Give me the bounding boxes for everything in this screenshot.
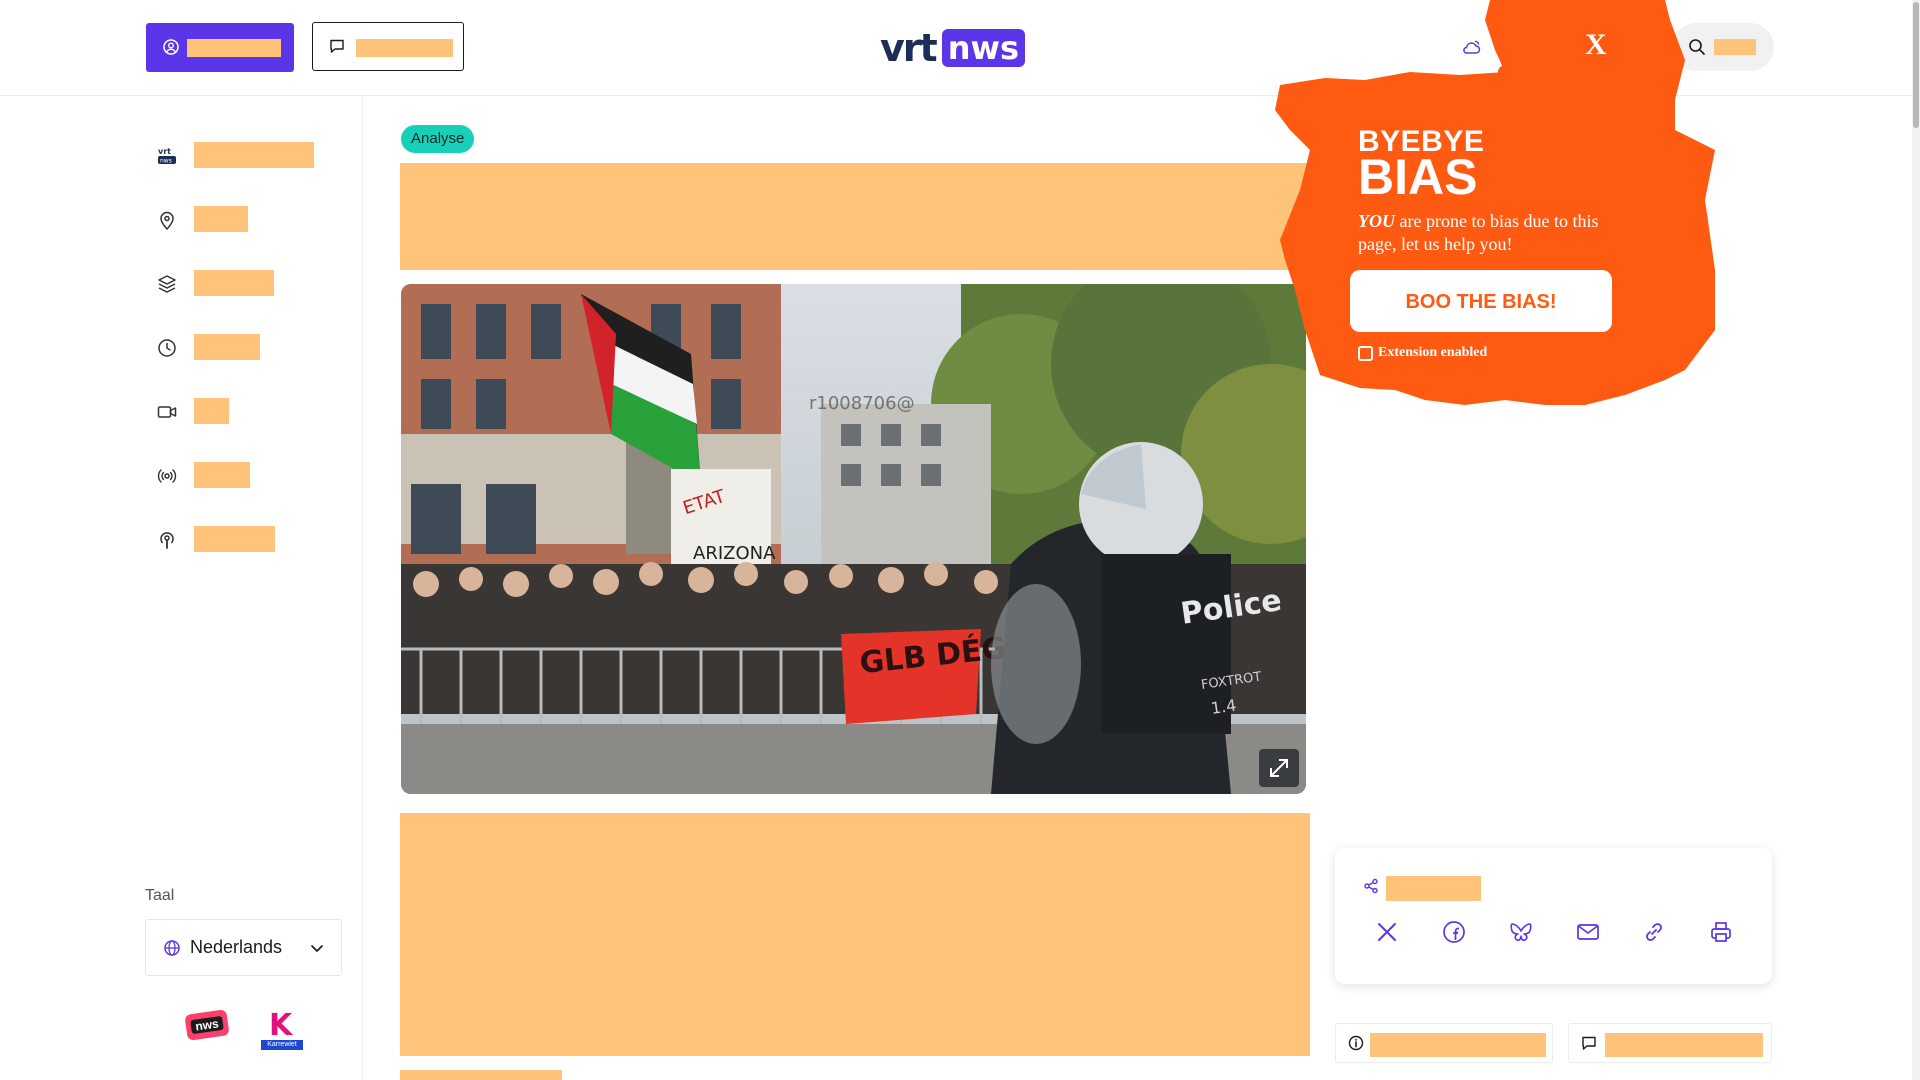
clock-icon (158, 339, 176, 357)
sidebar-label-redacted (194, 398, 229, 424)
print-icon[interactable] (1708, 919, 1734, 945)
facebook-icon[interactable] (1441, 919, 1467, 945)
svg-text:nws: nws (160, 158, 172, 165)
login-button[interactable] (146, 23, 294, 72)
mail-icon[interactable] (1575, 919, 1601, 945)
close-extension-button[interactable]: X (1585, 28, 1607, 62)
language-label: Taal (145, 887, 175, 904)
extension-message-rest: are prone to bias due to this page, let … (1358, 211, 1599, 254)
sidebar-item-video[interactable] (156, 395, 356, 427)
karrewiet-badge[interactable]: K Karrewiet (261, 1008, 303, 1050)
article-intro-redacted (400, 813, 1310, 1056)
image-watermark: r1008706@ (809, 393, 915, 414)
language-select[interactable]: Nederlands (145, 919, 342, 976)
sidebar-label-redacted (194, 206, 248, 232)
info-label-redacted (1370, 1033, 1546, 1057)
sidebar-label-redacted (194, 462, 250, 488)
sidebar-item-topics[interactable] (156, 267, 356, 299)
scrollbar-thumb[interactable] (1913, 2, 1919, 128)
extension-message: YOU are prone to bias due to this page, … (1358, 210, 1618, 256)
checkbox-icon (1358, 345, 1373, 361)
logo-vrt-text: vrt (880, 26, 938, 70)
byebye-bias-overlay: X BYEBYE BIAS YOU are prone to bias due … (1245, 0, 1715, 420)
svg-text:vrt: vrt (158, 147, 171, 156)
chat-bubble-icon (1582, 1036, 1596, 1050)
broadcast-icon (157, 469, 177, 483)
nws-badge-text: nws (190, 1015, 224, 1035)
chat-bubble-icon (330, 39, 344, 53)
podcast-icon (160, 532, 174, 549)
sidebar-label-redacted (194, 142, 314, 168)
share-label-redacted (1386, 876, 1481, 901)
sidebar-item-vrt-nws[interactable]: vrt nws (156, 139, 356, 171)
boo-the-bias-button[interactable]: BOO THE BIAS! (1350, 270, 1612, 332)
sidebar-label-redacted (194, 270, 274, 296)
article-hero-image[interactable]: ETAT ARIZONA GLB DÉGAGE Police FOXTROT 1… (401, 284, 1306, 794)
karrewiet-label: Karrewiet (261, 1040, 303, 1050)
nws-app-badge[interactable]: nws (184, 1009, 230, 1041)
link-icon[interactable] (1641, 919, 1667, 945)
extension-message-you: YOU (1358, 211, 1395, 231)
user-circle-icon (163, 39, 179, 55)
share-card (1335, 848, 1772, 984)
sidebar-item-latest[interactable] (156, 331, 356, 363)
sidebar-item-location[interactable] (156, 203, 356, 235)
extension-status-label: Extension enabled (1378, 345, 1488, 360)
article-title-redacted (400, 163, 1310, 270)
globe-icon (164, 940, 180, 956)
comment-button[interactable] (1568, 1023, 1772, 1063)
sidebar-label-redacted (194, 526, 275, 552)
sidebar: vrt nws Taal Nederlands nws K Karrewiet (0, 95, 363, 1080)
location-pin-icon (160, 211, 174, 231)
x-icon[interactable] (1374, 919, 1400, 945)
sidebar-item-live[interactable] (156, 459, 356, 491)
login-label-redacted (187, 39, 281, 57)
info-button[interactable] (1335, 1023, 1553, 1063)
layers-icon (158, 275, 176, 293)
unit-number: 1.4 (1210, 696, 1238, 718)
protest-photo: ETAT ARIZONA GLB DÉGAGE Police FOXTROT 1… (401, 284, 1306, 794)
share-icon (1364, 878, 1378, 894)
article-byline-redacted (400, 1070, 562, 1080)
sidebar-item-podcast[interactable] (156, 523, 356, 555)
feedback-button[interactable] (312, 22, 464, 71)
extension-title-line2: BIAS (1358, 149, 1478, 205)
vrt-nws-logo[interactable]: vrt nws (880, 26, 1026, 70)
chevron-down-icon (311, 945, 323, 952)
article-category-tag[interactable]: Analyse (401, 125, 475, 153)
sign-arizona: ARIZONA (693, 543, 776, 564)
logo-nws-text: nws (941, 29, 1026, 67)
vrt-nws-icon: vrt nws (158, 147, 176, 165)
extension-enabled-toggle[interactable]: Extension enabled (1358, 345, 1487, 361)
search-label-redacted (1714, 39, 1756, 55)
karrewiet-letter: K (269, 1008, 293, 1043)
language-value: Nederlands (190, 937, 283, 957)
comment-label-redacted (1605, 1033, 1763, 1057)
info-circle-icon (1348, 1035, 1364, 1051)
sidebar-label-redacted (194, 334, 260, 360)
feedback-label-redacted (356, 39, 453, 57)
bluesky-icon[interactable] (1508, 919, 1534, 945)
video-camera-icon (157, 406, 177, 418)
page-scrollbar[interactable] (1912, 0, 1920, 1080)
